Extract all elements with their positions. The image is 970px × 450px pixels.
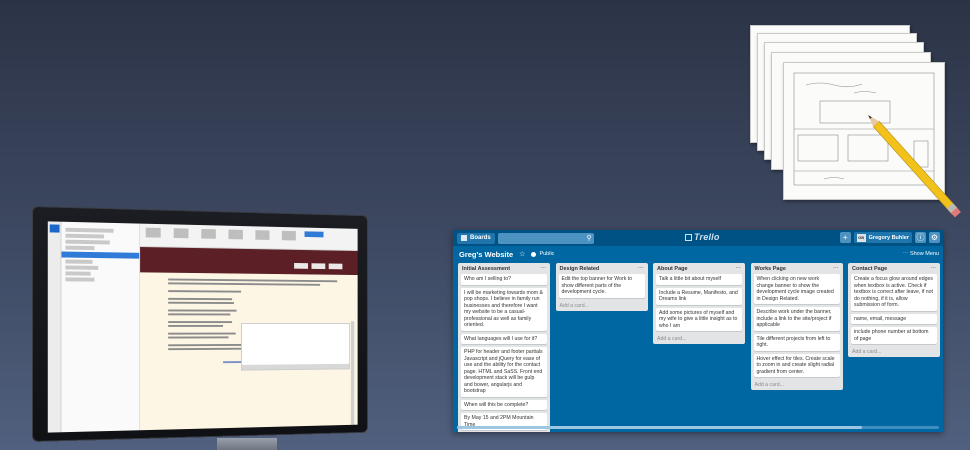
notifications-button[interactable]: ⚙ [929,232,940,243]
show-menu-link[interactable]: ⋯ Show Menu [903,251,939,257]
globe-icon [531,251,537,257]
trello-logo-icon [685,233,692,241]
list-title-text: About Page [657,265,688,272]
trello-logo[interactable]: Trello [685,232,720,242]
board-title[interactable]: Greg's Website [459,250,513,259]
trello-card[interactable]: Create a focus glow around edges when te… [851,274,937,311]
boards-label: Boards [470,235,491,241]
star-icon[interactable]: ☆ [519,250,525,258]
trello-card[interactable]: When will this be complete? [461,399,547,410]
pencil-icon [868,115,961,218]
list-title[interactable]: About Page … [656,263,742,274]
trello-card[interactable]: Describe work under the banner, include … [753,307,840,331]
list-title-text: Design Related [559,265,600,272]
editor-scrollbar [350,321,355,433]
show-menu-label: Show Menu [909,251,939,257]
trello-list: Contact Page … Create a focus glow around … [848,263,940,357]
selected-tree-item [61,251,140,259]
search-input[interactable]: ⚲ [497,232,594,244]
info-button[interactable]: ⓘ [915,232,926,243]
add-button[interactable]: + [839,232,851,243]
trello-board-icon [461,235,467,241]
scrollbar-thumb[interactable] [457,426,862,429]
editor-page-body [140,272,358,433]
trello-header: Boards ⚲ Trello + GB Gregory Buhler ⓘ ⚙ [453,230,943,246]
add-card-link[interactable]: Add a card... [656,334,742,344]
editor-sidebar [47,221,62,433]
trello-list: Design Related … Edit the top banner for W… [555,263,648,311]
trello-logo-text: Trello [694,232,720,242]
wireframe-sketches-image [745,20,961,218]
board-header: Greg's Website ☆ Public ⋯ Show Menu [453,246,943,262]
add-card-link[interactable]: Add a card... [851,347,937,357]
list-menu-icon[interactable]: … [736,264,742,270]
app-logo-icon [49,224,60,233]
list-menu-icon[interactable]: … [833,264,839,270]
board-horizontal-scrollbar[interactable] [457,426,939,429]
editor-file-tree [61,221,141,433]
list-title-text: Works Page [754,265,786,272]
trello-card[interactable]: Add some pictures of myself and my wife … [656,307,742,331]
trello-card[interactable]: PHP for header and footer partials Javas… [461,347,547,397]
trello-card[interactable]: name, email, message [851,313,937,324]
editor-action-button [304,231,324,238]
monitor-screen [47,221,358,433]
trello-card[interactable]: Edit the top banner for Work to show dif… [558,274,645,298]
trello-list: Initial Assessment… Who am I selling to? I… [458,263,550,432]
list-menu-icon[interactable]: … [638,264,644,270]
list-title[interactable]: Works Page … [754,263,840,274]
board-lists: Initial Assessment… Who am I selling to? I… [458,263,943,432]
trello-card[interactable]: Talk a little bit about myself [656,274,742,285]
trello-card[interactable]: What languages will I use for it? [461,333,547,344]
list-title[interactable]: Initial Assessment … [461,263,547,274]
user-menu-button[interactable]: GB Gregory Buhler [853,232,912,243]
trello-card[interactable]: Who am I selling to? [461,274,547,285]
trello-card[interactable]: I will be marketing towards mom & pop sh… [461,287,547,331]
bell-icon: ⚙ [930,233,939,242]
trello-card[interactable]: When clicking on new work change banner … [753,274,840,304]
trello-card[interactable]: Include a Resume, Manifesto, and Dreams … [656,287,742,305]
monitor-bezel [32,206,368,442]
user-name: Gregory Buhler [868,234,909,241]
editor-video-placeholder [241,323,351,371]
boards-button[interactable]: Boards [457,232,495,244]
list-title-text: Contact Page [852,265,888,272]
trello-card[interactable]: Tile different projects from left to rig… [753,333,840,351]
desktop-monitor [32,206,400,450]
monitor-stand [217,438,277,450]
visibility-label: Public [539,251,555,257]
list-title[interactable]: Contact Page … [851,263,937,274]
list-title[interactable]: Design Related … [559,263,645,274]
sketch-sheet-front [783,62,961,218]
trello-board-window: Boards ⚲ Trello + GB Gregory Buhler ⓘ ⚙ [453,230,943,432]
list-menu-icon[interactable]: … [931,264,937,270]
visibility-button[interactable]: Public [531,251,554,257]
add-card-link[interactable]: Add a card... [754,380,840,390]
list-title-text: Initial Assessment [462,265,511,272]
trello-card[interactable]: include phone number at bottom of page [851,327,937,344]
trello-card[interactable]: Hover effect for tiles. Create scale to … [753,353,840,377]
info-icon: ⓘ [916,233,925,242]
trello-list: Works Page … When clicking on new work cha… [750,263,843,390]
editor-page-banner [140,247,358,276]
search-icon: ⚲ [586,234,592,242]
list-menu-icon[interactable]: … [541,264,547,270]
avatar: GB [856,233,866,242]
trello-list: About Page … Talk a little bit about mysel… [653,263,745,344]
plus-icon: + [842,233,848,242]
add-card-link[interactable]: Add a card... [559,301,645,311]
